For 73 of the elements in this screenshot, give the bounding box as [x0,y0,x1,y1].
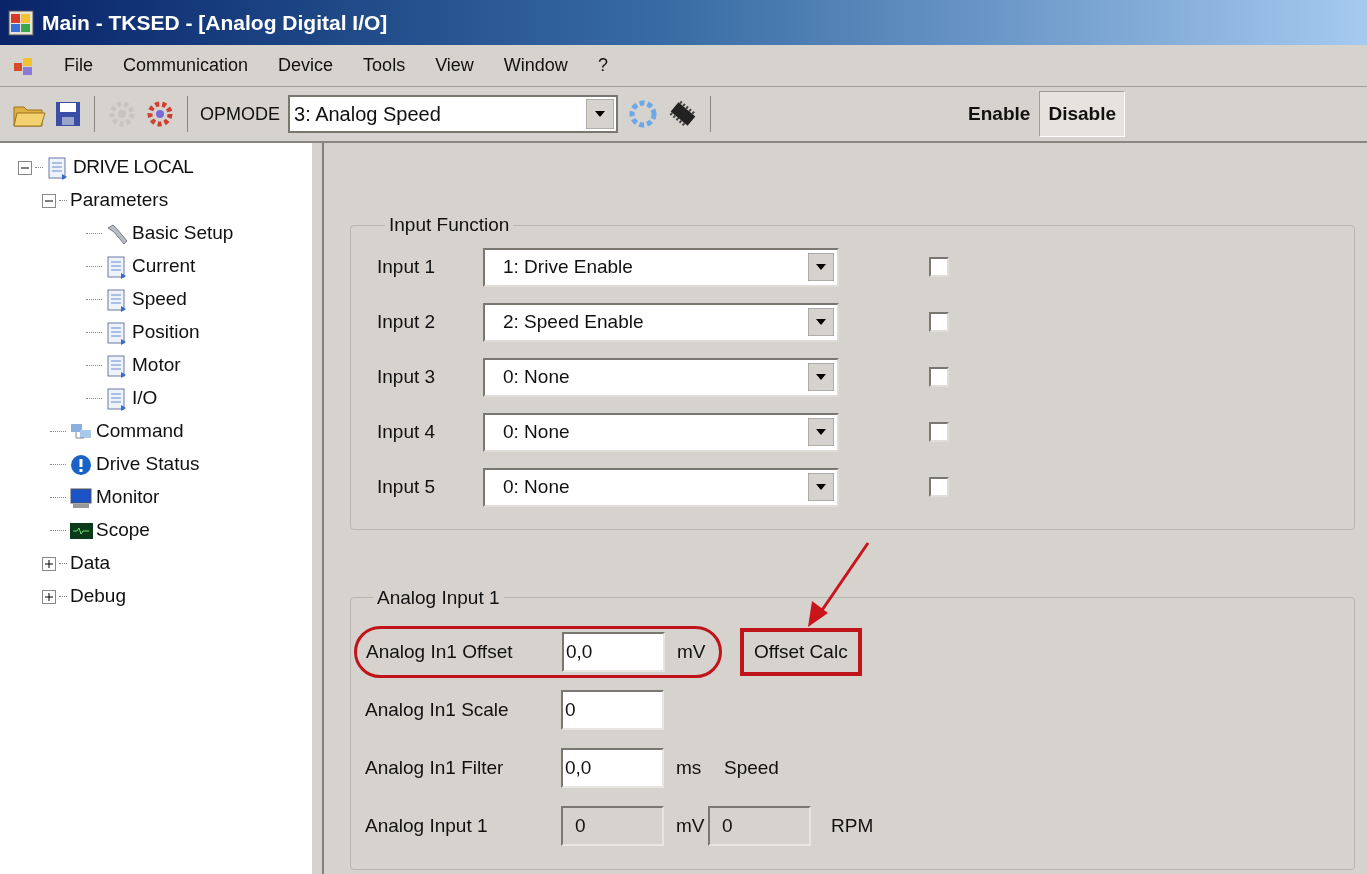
input-label: Input 4 [377,419,437,444]
tree-item[interactable]: Command [96,417,184,446]
input-dropdown[interactable]: 1: Drive Enable [483,247,839,287]
expand-icon[interactable] [42,556,56,571]
unit-label: mV [677,639,707,664]
save-icon [54,100,82,128]
collapse-icon[interactable] [42,193,56,208]
opmode-dropdown[interactable]: 3: Analog Speed [288,95,618,133]
input-field[interactable]: 0,0 [562,632,665,672]
readout-field: 0 [561,806,664,846]
menu-item[interactable]: ? [597,52,608,79]
input-label: Input 3 [377,364,437,389]
chip-icon [668,99,698,129]
field-label: Analog Input 1 [365,813,489,838]
dropdown-arrow-icon [586,99,614,129]
menu-item[interactable]: View [435,52,474,79]
input-dropdown[interactable]: 0: None [483,412,839,452]
menu-item[interactable]: Communication [123,52,249,79]
tree-item[interactable]: Current [132,252,196,281]
checkbox[interactable] [929,312,949,332]
monitor-icon [69,485,93,510]
dropdown-arrow-icon [808,418,834,446]
unit-label: ms [676,755,703,780]
dropdown-arrow-icon [808,473,834,501]
tree-item[interactable]: Motor [132,351,181,380]
tree-item[interactable]: Monitor [96,483,160,512]
tree-item[interactable]: Speed [132,285,187,314]
menu-item[interactable]: Window [503,52,568,79]
tree-item[interactable]: DRIVE LOCAL [73,153,194,182]
toolbar-button[interactable]: Disable [1039,91,1125,137]
dropdown-arrow-icon [808,308,834,336]
tree-item[interactable]: Drive Status [96,450,200,479]
app-icon [8,9,34,36]
field-label: Analog In1 Scale [365,697,510,722]
field-label: Analog In1 Offset [366,639,514,664]
tree-item[interactable]: Position [132,318,200,347]
menu-item[interactable]: Tools [363,52,406,79]
checkbox[interactable] [929,367,949,387]
menu-item[interactable]: File [64,52,93,79]
expand-icon[interactable] [42,589,56,604]
checkbox[interactable] [929,477,949,497]
input-dropdown[interactable]: 0: None [483,357,839,397]
input-label: Input 2 [377,309,437,334]
input-dropdown[interactable]: 2: Speed Enable [483,302,839,342]
tree-item[interactable]: Data [70,549,111,578]
tree-item[interactable]: Basic Setup [132,219,234,248]
input-field[interactable]: 0 [561,690,664,730]
checkbox[interactable] [929,422,949,442]
readout-field: 0 [708,806,811,846]
dropdown-arrow-icon [808,253,834,281]
input-label: Input 1 [377,254,437,279]
menu-item[interactable]: Device [278,52,334,79]
checkbox[interactable] [929,257,949,277]
tree-item[interactable]: Parameters [70,186,169,215]
opmode-label: OPMODE [200,102,280,126]
unit-label: RPM [831,813,874,838]
collapse-icon[interactable] [18,160,32,175]
input-label: Input 5 [377,474,437,499]
tree-item[interactable]: I/O [132,384,158,413]
group-title: Input Function [388,213,511,237]
tree-item[interactable]: Debug [70,582,126,611]
window-title: Main - TKSED - [Analog Digital I/O] [42,9,388,36]
gear-icon [145,99,175,129]
input-field[interactable]: 0,0 [561,748,664,788]
info-icon [69,452,93,477]
dropdown-arrow-icon [808,363,834,391]
input-dropdown[interactable]: 0: None [483,467,839,507]
toolbar-button[interactable]: Enable [959,91,1040,137]
tree-item[interactable]: Scope [96,516,150,545]
field-label: Analog In1 Filter [365,755,505,780]
group-title: Analog Input 1 [376,585,501,610]
speed-label: Speed [724,755,779,780]
unit-label: mV [676,813,706,838]
